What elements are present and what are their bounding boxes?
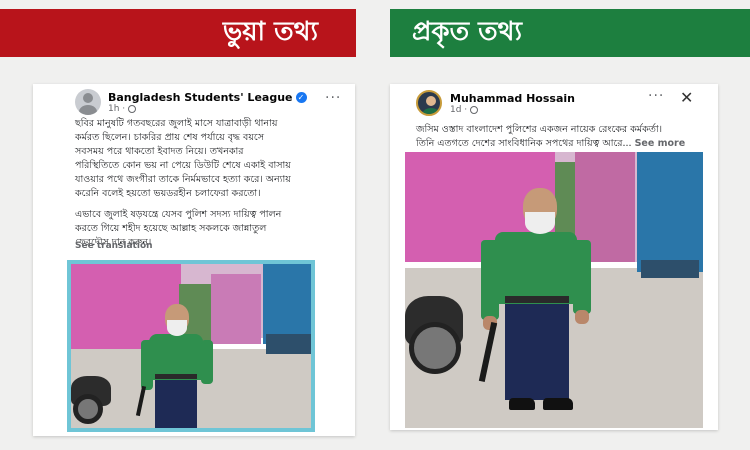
- post-text-line: যাওয়ার পথে জংগীরা তাকে নির্মমভাবে হত্যা…: [75, 174, 291, 185]
- fake-info-banner: ভুয়া তথ্য: [0, 9, 356, 57]
- post-text-line: জসিম ওস্তাদ বাংলাদেশ পুলিশের একজন নায়েক…: [416, 124, 663, 135]
- fake-post-card: Bangladesh Students' League ✓ 1h · ··· ছ…: [33, 84, 355, 436]
- post-photo[interactable]: [67, 260, 315, 432]
- globe-icon: [128, 104, 137, 113]
- verified-badge-icon: ✓: [295, 91, 307, 103]
- post-text-line: ছবির মানুষটি গতবছরের জুলাই মাসে যাত্রাবা…: [75, 118, 278, 129]
- post-header: Bangladesh Students' League ✓ 1h ·: [75, 89, 307, 115]
- more-dots-icon[interactable]: ···: [648, 88, 664, 104]
- post-text-line: এভাবে জুলাই ষড়যন্ত্রে যেসব পুলিশ সদস্য …: [75, 209, 282, 220]
- post-text-line: করতে গিয়ে শহীদ হয়েছে আল্লাহ সকলকে জান্…: [75, 223, 267, 234]
- post-time[interactable]: 1h ·: [108, 104, 125, 114]
- see-translation-link[interactable]: See translation: [75, 241, 153, 251]
- see-more-link[interactable]: See more: [635, 138, 686, 149]
- post-text-line: কর্মরত ছিলেন। চাকরির প্রায় শেষ পর্যায়ে…: [75, 132, 265, 143]
- post-text-line: তিনি এতগতে দেশের সাংবিধানিক সপথের দায়িত…: [416, 138, 632, 149]
- more-dots-icon[interactable]: ···: [325, 90, 341, 106]
- post-photo[interactable]: [405, 152, 703, 428]
- author-name[interactable]: Bangladesh Students' League: [108, 91, 293, 104]
- real-info-banner: প্রকৃত তথ্য: [390, 9, 750, 57]
- globe-icon: [470, 105, 479, 114]
- post-text-line: করেনি বলেই হয়তো ভয়ডরহীন চলাফেরা করতো।: [75, 188, 261, 199]
- avatar[interactable]: [75, 89, 101, 115]
- post-text-line: পরিস্থিতিতে কোন ভয় না পেয়ে ডিউটি শেষে …: [75, 160, 291, 171]
- author-name[interactable]: Muhammad Hossain: [450, 92, 575, 105]
- fake-info-label: ভুয়া তথ্য: [222, 17, 318, 47]
- post-text: ছবির মানুষটি গতবছরের জুলাই মাসে যাত্রাবা…: [75, 117, 347, 250]
- real-post-card: Muhammad Hossain 1d · ··· ✕ জসিম ওস্তাদ …: [390, 84, 718, 430]
- post-header: Muhammad Hossain 1d ·: [416, 90, 575, 116]
- post-time[interactable]: 1d ·: [450, 105, 467, 115]
- real-info-label: প্রকৃত তথ্য: [412, 17, 523, 47]
- post-text-line: সবসময় পরে থাকতো ইবাদত নিয়ে। তখনকার: [75, 146, 244, 157]
- post-text: জসিম ওস্তাদ বাংলাদেশ পুলিশের একজন নায়েক…: [416, 123, 714, 151]
- close-icon[interactable]: ✕: [680, 88, 693, 107]
- avatar[interactable]: [416, 90, 442, 116]
